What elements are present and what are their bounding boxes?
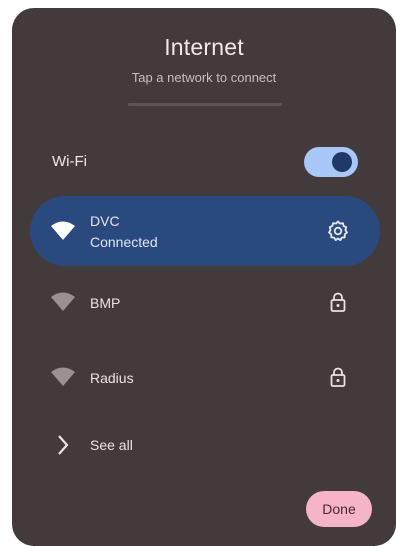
network-item-bmp[interactable]: BMP [30, 267, 380, 337]
see-all-button[interactable]: See all [50, 432, 250, 458]
dialog-subtitle: Tap a network to connect [131, 70, 277, 85]
network-item-radius[interactable]: Radius [30, 342, 380, 412]
toggle-knob [332, 152, 352, 172]
chevron-right-icon [56, 434, 70, 461]
wifi-toggle[interactable] [304, 147, 358, 177]
network-status: Connected [90, 234, 158, 250]
divider [128, 103, 282, 106]
wifi-toggle-row[interactable]: Wi-Fi [50, 147, 358, 177]
lock-icon [326, 365, 350, 389]
network-name: DVC [90, 213, 120, 229]
network-item-dvc[interactable]: DVC Connected [30, 196, 380, 266]
dialog-title: Internet [164, 34, 244, 60]
network-name: BMP [90, 295, 121, 311]
wifi-label: Wi-Fi [52, 153, 87, 170]
internet-dialog: Internet Tap a network to connect Wi-Fi … [12, 8, 396, 546]
done-button[interactable]: Done [306, 491, 372, 527]
see-all-label: See all [90, 437, 133, 453]
wifi-icon [50, 220, 76, 242]
lock-icon [326, 290, 350, 314]
wifi-icon [50, 366, 76, 388]
gear-icon[interactable] [326, 219, 350, 243]
wifi-icon [50, 291, 76, 313]
network-name: Radius [90, 370, 134, 386]
